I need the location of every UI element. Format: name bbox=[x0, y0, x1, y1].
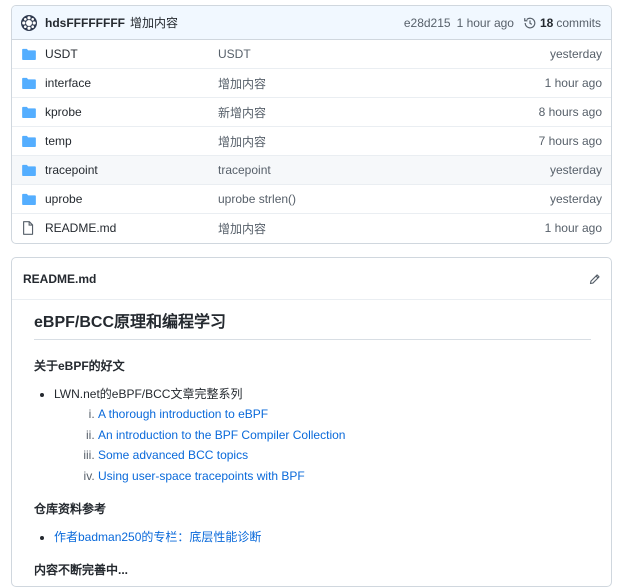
readme-content: eBPF/BCC原理和编程学习 关于eBPF的好文 LWN.net的eBPF/B… bbox=[12, 308, 611, 578]
readme-panel: README.md eBPF/BCC原理和编程学习 关于eBPF的好文 LWN.… bbox=[11, 257, 612, 587]
pencil-icon[interactable] bbox=[589, 273, 601, 285]
list-item: A thorough introduction to eBPF bbox=[98, 404, 611, 425]
list-item: Using user-space tracepoints with BPF bbox=[98, 466, 611, 487]
list-item: LWN.net的eBPF/BCC文章完整系列 A thorough introd… bbox=[54, 384, 611, 486]
file-row[interactable]: interface 增加内容 1 hour ago bbox=[12, 68, 611, 97]
folder-icon bbox=[22, 105, 36, 119]
commit-sha-link[interactable]: e28d215 bbox=[404, 16, 451, 30]
latest-commit-bar: hdsFFFFFFFF 增加内容 e28d215 1 hour ago 18 co… bbox=[12, 6, 611, 40]
file-commit-message-link[interactable]: uprobe strlen() bbox=[218, 192, 550, 206]
file-row[interactable]: README.md 增加内容 1 hour ago bbox=[12, 213, 611, 242]
folder-icon bbox=[22, 163, 36, 177]
reference-list: 作者badman250的专栏：底层性能诊断 bbox=[34, 527, 611, 547]
file-age: 7 hours ago bbox=[538, 134, 602, 148]
commit-message-link[interactable]: 增加内容 bbox=[130, 14, 178, 31]
file-icon bbox=[22, 221, 36, 235]
file-row[interactable]: USDT USDT yesterday bbox=[12, 40, 611, 68]
file-commit-message-link[interactable]: USDT bbox=[218, 47, 550, 61]
readme-header: README.md bbox=[12, 258, 611, 300]
file-name-link[interactable]: kprobe bbox=[45, 105, 218, 119]
file-age: yesterday bbox=[549, 47, 602, 61]
file-row[interactable]: uprobe uprobe strlen() yesterday bbox=[12, 184, 611, 213]
commit-meta: e28d215 1 hour ago 18 commits bbox=[404, 16, 601, 30]
link-bcc-intro[interactable]: An introduction to the BPF Compiler Coll… bbox=[98, 428, 345, 442]
file-commit-message-link[interactable]: 新增内容 bbox=[218, 104, 539, 121]
article-list: LWN.net的eBPF/BCC文章完整系列 A thorough introd… bbox=[34, 384, 611, 486]
file-age: 8 hours ago bbox=[538, 105, 602, 119]
list-item: An introduction to the BPF Compiler Coll… bbox=[98, 425, 611, 446]
folder-icon bbox=[22, 134, 36, 148]
file-name-link[interactable]: uprobe bbox=[45, 192, 218, 206]
avatar-icon[interactable] bbox=[21, 14, 37, 31]
file-age: 1 hour ago bbox=[544, 76, 602, 90]
folder-icon bbox=[22, 47, 36, 61]
readme-filename: README.md bbox=[23, 271, 97, 286]
readme-heading: eBPF/BCC原理和编程学习 bbox=[34, 308, 591, 340]
lwn-series-label: LWN.net的eBPF/BCC文章完整系列 bbox=[54, 387, 243, 401]
commits-link[interactable]: 18 commits bbox=[540, 16, 601, 30]
link-user-space-tracepoints[interactable]: Using user-space tracepoints with BPF bbox=[98, 469, 305, 483]
link-author-column[interactable]: 作者badman250的专栏：底层性能诊断 bbox=[54, 530, 261, 544]
file-name-link[interactable]: README.md bbox=[45, 221, 218, 235]
link-advanced-bcc[interactable]: Some advanced BCC topics bbox=[98, 448, 248, 462]
file-commit-message-link[interactable]: 增加内容 bbox=[218, 220, 545, 237]
list-item: 作者badman250的专栏：底层性能诊断 bbox=[54, 527, 611, 547]
history-icon bbox=[524, 17, 536, 28]
file-browser: hdsFFFFFFFF 增加内容 e28d215 1 hour ago 18 co… bbox=[11, 5, 612, 244]
file-commit-message-link[interactable]: 增加内容 bbox=[218, 133, 539, 150]
file-age: yesterday bbox=[549, 163, 602, 177]
list-item: Some advanced BCC topics bbox=[98, 445, 611, 466]
file-list: USDT USDT yesterday interface 增加内容 1 hour ago… bbox=[12, 40, 611, 242]
file-commit-message-link[interactable]: tracepoint bbox=[218, 163, 550, 177]
link-thorough-intro[interactable]: A thorough introduction to eBPF bbox=[98, 407, 268, 421]
lwn-link-list: A thorough introduction to eBPF An intro… bbox=[54, 404, 611, 486]
file-name-link[interactable]: tracepoint bbox=[45, 163, 218, 177]
file-row[interactable]: tracepoint tracepoint yesterday bbox=[12, 155, 611, 184]
section-heading-wip: 内容不断完善中... bbox=[34, 563, 129, 577]
commits-count: 18 bbox=[539, 15, 554, 30]
commit-author-link[interactable]: hdsFFFFFFFF bbox=[45, 16, 125, 30]
commit-time: 1 hour ago bbox=[456, 15, 514, 30]
file-name-link[interactable]: interface bbox=[45, 76, 218, 90]
file-row[interactable]: kprobe 新增内容 8 hours ago bbox=[12, 97, 611, 126]
file-commit-message-link[interactable]: 增加内容 bbox=[218, 75, 545, 92]
file-age: 1 hour ago bbox=[544, 221, 602, 235]
folder-icon bbox=[22, 76, 36, 90]
section-heading-articles: 关于eBPF的好文 bbox=[34, 359, 125, 373]
file-name-link[interactable]: USDT bbox=[45, 47, 218, 61]
section-heading-references: 仓库资料参考 bbox=[34, 502, 107, 516]
folder-icon bbox=[22, 192, 36, 206]
file-age: yesterday bbox=[549, 192, 602, 206]
file-row[interactable]: temp 增加内容 7 hours ago bbox=[12, 126, 611, 155]
file-name-link[interactable]: temp bbox=[45, 134, 218, 148]
commits-label: commits bbox=[556, 15, 601, 30]
